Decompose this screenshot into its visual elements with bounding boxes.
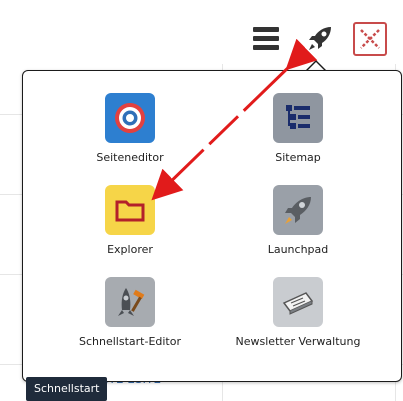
menu-item-newsletter-verwaltung[interactable]: Newsletter Verwaltung: [223, 277, 373, 348]
menu-item-label: Launchpad: [267, 243, 329, 256]
rocket-hammer-icon: [105, 277, 155, 327]
hamburger-menu-icon: [253, 27, 279, 50]
top-toolbar: [0, 0, 403, 65]
popup-caret-inner: [308, 62, 324, 70]
menu-item-label: Explorer: [107, 243, 153, 256]
menu-item-label: Newsletter Verwaltung: [235, 335, 361, 348]
hamburger-menu-button[interactable]: [250, 22, 282, 54]
sitemap-icon: [273, 93, 323, 143]
menu-item-label: Seiteneditor: [96, 151, 164, 164]
menu-item-launchpad[interactable]: Launchpad: [223, 185, 373, 256]
menu-item-sitemap[interactable]: Sitemap: [223, 93, 373, 164]
target-icon: [105, 93, 155, 143]
menu-item-seiteneditor[interactable]: Seiteneditor: [55, 93, 205, 164]
close-button[interactable]: [353, 22, 387, 56]
menu-item-explorer[interactable]: Explorer: [55, 185, 205, 256]
close-x-icon: [360, 29, 380, 49]
menu-item-label: Sitemap: [275, 151, 321, 164]
menu-item-label: Schnellstart-Editor: [79, 335, 181, 348]
rocket-icon: [309, 27, 331, 50]
rocket-icon: [273, 185, 323, 235]
menu-item-schnellstart-editor[interactable]: Schnellstart-Editor: [55, 277, 205, 348]
newsletter-icon: [273, 277, 323, 327]
tooltip: Schnellstart: [26, 377, 108, 401]
launch-button[interactable]: [304, 22, 336, 54]
launch-popup-menu: Seiteneditor Sitemap Explorer Launchpad …: [22, 70, 402, 382]
folder-icon: [105, 185, 155, 235]
